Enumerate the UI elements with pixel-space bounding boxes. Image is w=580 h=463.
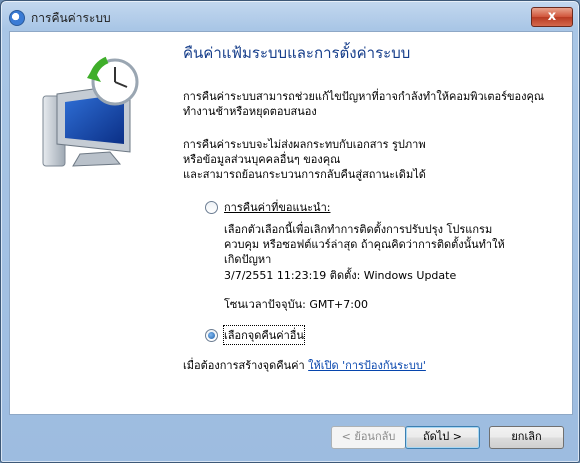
radio-button-unchecked[interactable] <box>205 200 218 214</box>
recommended-description: เลือกตัวเลือกนี้เพื่อเลิกทำการติดตั้งการ… <box>224 223 505 266</box>
restore-point-info: 3/7/2551 11:23:19 ติดตั้ง: Windows Updat… <box>224 269 457 282</box>
choose-other-restore-radio[interactable]: เลือกจุดคืนค่าอื่น <box>205 325 305 345</box>
system-restore-illustration-icon <box>42 56 139 167</box>
recommended-restore-radio[interactable]: การคืนค่าที่ขอแนะนำ: <box>205 198 330 216</box>
intro-text: การคืนค่าระบบสามารถช่วยแก้ไขปัญหาที่อาจก… <box>183 90 545 118</box>
window-title: การคืนค่าระบบ <box>31 11 111 25</box>
title-bar[interactable]: การคืนค่าระบบ x <box>1 1 579 31</box>
radio-button-checked[interactable] <box>205 328 218 342</box>
wizard-footer: < ย้อนกลับ ถัดไป > ยกเลิก <box>9 415 571 455</box>
page-heading: คืนค่าแฟ้มระบบและการตั้งค่าระบบ <box>183 44 411 62</box>
close-button[interactable]: x <box>531 7 573 27</box>
cancel-button[interactable]: ยกเลิก <box>489 426 564 449</box>
safety-note: การคืนค่าระบบจะไม่ส่งผลกระทบกับเอกสาร รู… <box>183 138 426 181</box>
back-button[interactable]: < ย้อนกลับ <box>331 426 406 449</box>
system-restore-window: การคืนค่าระบบ x คืนค่าแฟ้มระบบและการตั้ง… <box>0 0 580 463</box>
protection-hint: เมื่อต้องการสร้างจุดคืนค่า ให้เปิด 'การป… <box>183 359 426 372</box>
system-restore-icon <box>9 10 25 26</box>
turn-on-system-protection-link[interactable]: ให้เปิด 'การป้องกันระบบ' <box>308 359 426 372</box>
choose-other-restore-label: เลือกจุดคืนค่าอื่น <box>223 325 305 345</box>
wizard-content: คืนค่าแฟ้มระบบและการตั้งค่าระบบ การคืนค่… <box>9 31 573 415</box>
recommended-restore-label: การคืนค่าที่ขอแนะนำ: <box>224 201 331 214</box>
current-timezone: โซนเวลาปัจจุบัน: GMT+7:00 <box>224 298 368 311</box>
next-button[interactable]: ถัดไป > <box>405 426 480 449</box>
